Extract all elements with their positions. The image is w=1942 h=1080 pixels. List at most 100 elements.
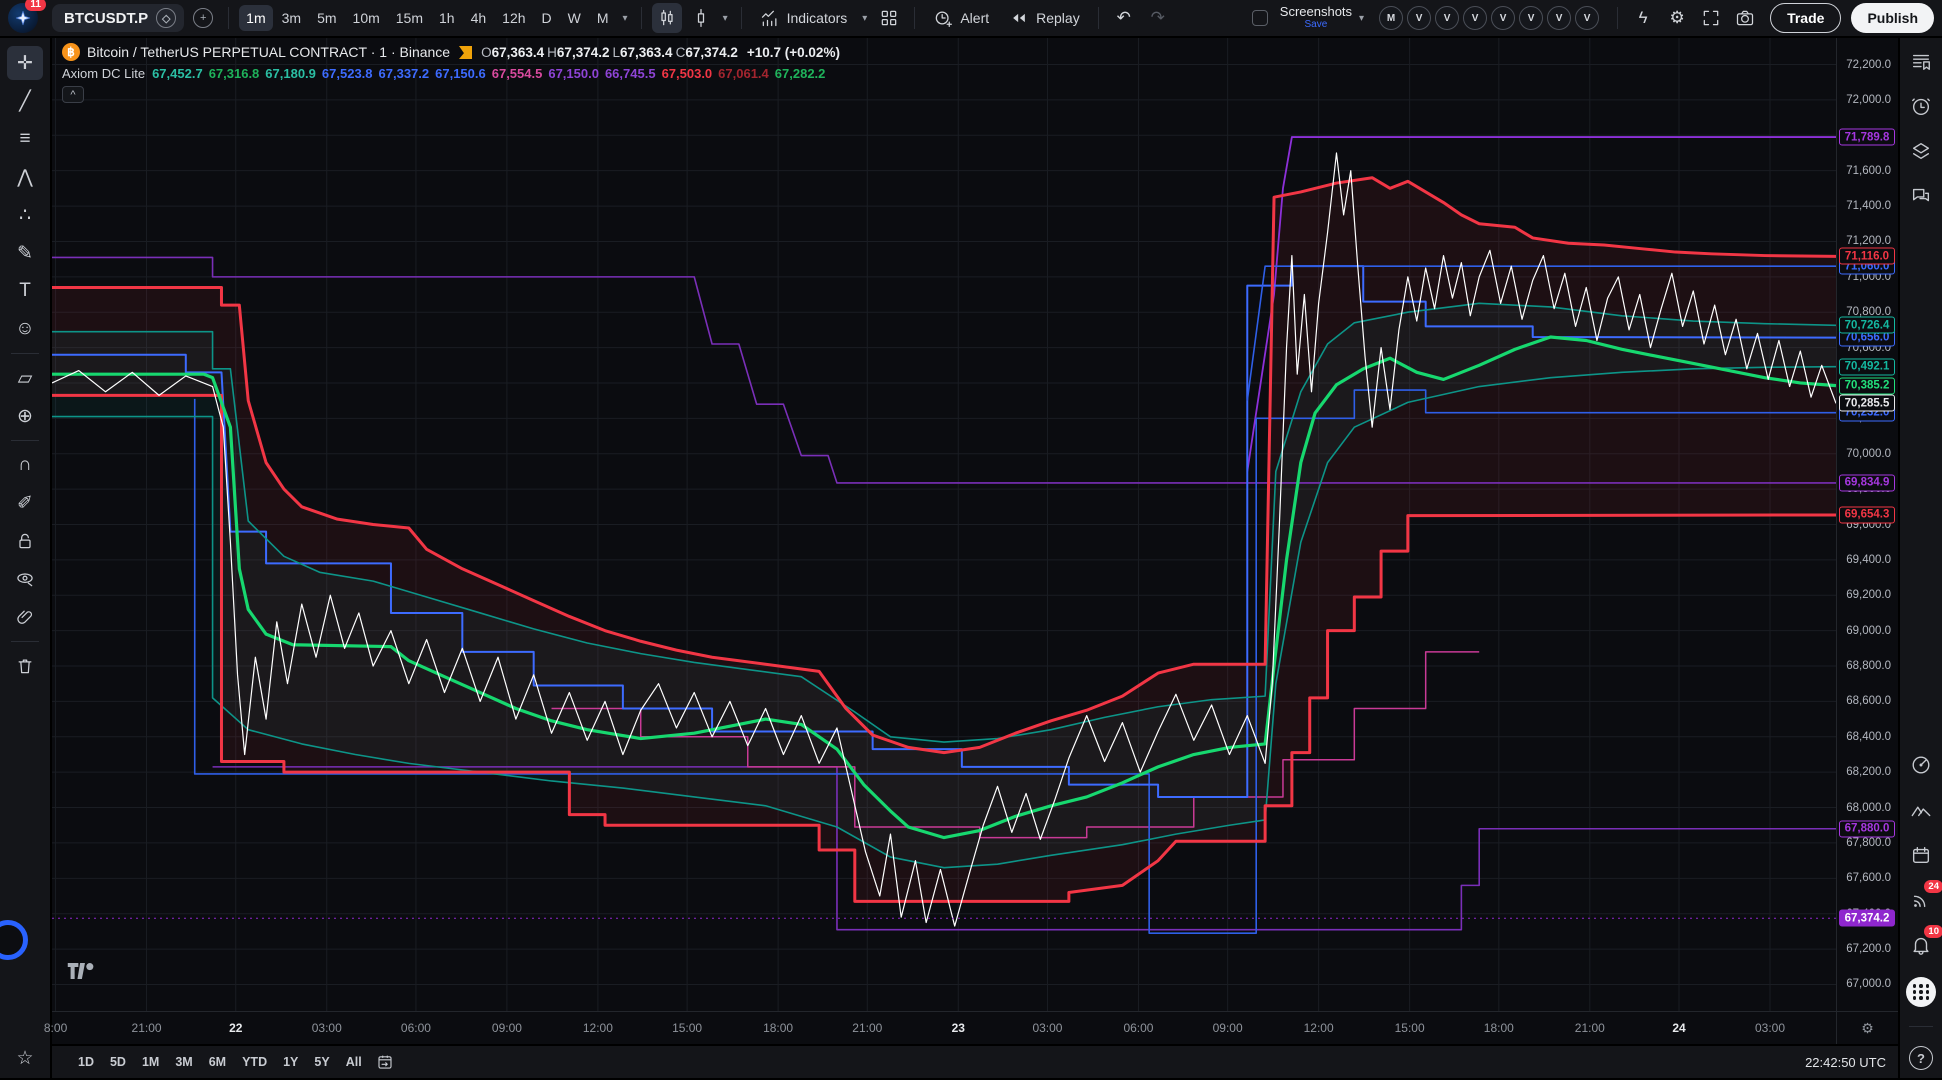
price-tick[interactable]: 69,400.0 bbox=[1846, 554, 1891, 566]
text-tool-button[interactable]: T bbox=[7, 274, 43, 308]
avatar-3[interactable]: V bbox=[1463, 6, 1487, 30]
interval-button-12h[interactable]: 12h bbox=[495, 5, 532, 31]
time-tick[interactable]: 21:00 bbox=[132, 1021, 162, 1035]
avatar-5[interactable]: V bbox=[1519, 6, 1543, 30]
price-tick[interactable]: 67,200.0 bbox=[1846, 943, 1891, 955]
time-tick[interactable]: 18:00 bbox=[1484, 1021, 1514, 1035]
screener-button[interactable] bbox=[1907, 752, 1935, 778]
projection-tool-button[interactable]: ∴ bbox=[7, 198, 43, 232]
avatar-7[interactable]: V bbox=[1575, 6, 1599, 30]
fib-retracement-tool-button[interactable]: ≡ bbox=[7, 122, 43, 156]
undo-button[interactable]: ↶ bbox=[1109, 3, 1139, 33]
ideas-button[interactable] bbox=[1907, 797, 1935, 823]
magnet-mode-button[interactable]: ∩ bbox=[7, 448, 43, 482]
lock-drawings-button[interactable] bbox=[7, 524, 43, 558]
chart-type-chevron-icon[interactable]: ▾ bbox=[720, 13, 731, 24]
zoom-in-tool-button[interactable]: ⊕ bbox=[7, 399, 43, 433]
time-tick[interactable]: 21:00 bbox=[852, 1021, 882, 1035]
time-tick[interactable]: 22 bbox=[229, 1021, 242, 1035]
avatar-4[interactable]: V bbox=[1491, 6, 1515, 30]
avatar-2[interactable]: V bbox=[1435, 6, 1459, 30]
indicators-button[interactable]: Indicators bbox=[752, 3, 856, 33]
compare-add-button[interactable]: + bbox=[188, 3, 218, 33]
alert-button[interactable]: Alert bbox=[925, 3, 997, 33]
apps-menu-button[interactable] bbox=[1906, 977, 1936, 1007]
price-tick[interactable]: 67,000.0 bbox=[1846, 978, 1891, 990]
price-tick[interactable]: 71,200.0 bbox=[1846, 235, 1891, 247]
time-tick[interactable]: 06:00 bbox=[401, 1021, 431, 1035]
price-tick[interactable]: 72,200.0 bbox=[1846, 59, 1891, 71]
range-button-1M[interactable]: 1M bbox=[134, 1051, 167, 1073]
interval-button-W[interactable]: W bbox=[561, 5, 588, 31]
avatar-1[interactable]: V bbox=[1407, 6, 1431, 30]
interval-button-10m[interactable]: 10m bbox=[346, 5, 387, 31]
price-tick[interactable]: 68,400.0 bbox=[1846, 731, 1891, 743]
alerts-panel-button[interactable] bbox=[1907, 93, 1935, 119]
time-tick[interactable]: 09:00 bbox=[492, 1021, 522, 1035]
chart-type-candles-button[interactable] bbox=[652, 3, 682, 33]
range-button-1D[interactable]: 1D bbox=[70, 1051, 102, 1073]
time-tick[interactable]: 15:00 bbox=[1395, 1021, 1425, 1035]
screenshots-checkbox[interactable] bbox=[1252, 10, 1268, 26]
chart-pane[interactable]: ฿ Bitcoin / TetherUS PERPETUAL CONTRACT … bbox=[52, 38, 1836, 1011]
screenshots-button[interactable]: Screenshots Save bbox=[1280, 5, 1352, 31]
interval-button-5m[interactable]: 5m bbox=[310, 5, 343, 31]
symbol-search-button[interactable]: BTCUSDT.P ◇ bbox=[52, 4, 184, 32]
publish-button[interactable]: Publish bbox=[1851, 3, 1934, 33]
crosshair-tool-button[interactable]: ✛ bbox=[7, 46, 43, 80]
object-tree-button[interactable] bbox=[1907, 138, 1935, 164]
price-tick[interactable]: 69,000.0 bbox=[1846, 625, 1891, 637]
range-button-5D[interactable]: 5D bbox=[102, 1051, 134, 1073]
interval-button-D[interactable]: D bbox=[535, 5, 559, 31]
price-tick[interactable]: 72,000.0 bbox=[1846, 94, 1891, 106]
price-tick[interactable]: 68,000.0 bbox=[1846, 802, 1891, 814]
time-axis[interactable]: 8:0021:002203:0006:0009:0012:0015:0018:0… bbox=[52, 1011, 1836, 1044]
support-chat-bubble[interactable] bbox=[0, 920, 28, 960]
clock-label[interactable]: 22:42:50 UTC bbox=[1805, 1055, 1886, 1070]
remove-objects-button[interactable] bbox=[7, 649, 43, 683]
quick-actions-button[interactable]: ϟ bbox=[1628, 3, 1658, 33]
time-tick[interactable]: 03:00 bbox=[1032, 1021, 1062, 1035]
range-button-3M[interactable]: 3M bbox=[167, 1051, 200, 1073]
interval-button-3m[interactable]: 3m bbox=[275, 5, 308, 31]
save-link[interactable]: Save bbox=[1280, 18, 1352, 31]
range-button-YTD[interactable]: YTD bbox=[234, 1051, 275, 1073]
streams-button[interactable]: 24 bbox=[1907, 887, 1935, 913]
range-button-5Y[interactable]: 5Y bbox=[306, 1051, 337, 1073]
interval-button-M[interactable]: M bbox=[590, 5, 616, 31]
sync-drawings-button[interactable] bbox=[7, 600, 43, 634]
tradingview-watermark-logo[interactable] bbox=[66, 960, 96, 987]
interval-button-1m[interactable]: 1m bbox=[239, 5, 272, 31]
market-status-flag-icon[interactable] bbox=[459, 46, 472, 59]
screenshots-chevron-icon[interactable]: ▾ bbox=[1356, 13, 1367, 24]
avatar-0[interactable]: M bbox=[1379, 6, 1403, 30]
notifications-button[interactable]: 10 bbox=[1907, 932, 1935, 958]
collapse-legend-button[interactable]: ^ bbox=[62, 86, 84, 103]
price-tick[interactable]: 68,800.0 bbox=[1846, 660, 1891, 672]
hide-drawings-button[interactable] bbox=[7, 562, 43, 596]
range-button-All[interactable]: All bbox=[338, 1051, 370, 1073]
indicators-chevron-icon[interactable]: ▾ bbox=[859, 13, 870, 24]
interval-button-4h[interactable]: 4h bbox=[464, 5, 494, 31]
time-tick[interactable]: 15:00 bbox=[672, 1021, 702, 1035]
time-tick[interactable]: 8:00 bbox=[44, 1021, 67, 1035]
price-tick[interactable]: 70,000.0 bbox=[1846, 448, 1891, 460]
price-tick[interactable]: 71,600.0 bbox=[1846, 165, 1891, 177]
stay-drawing-mode-button[interactable]: ✐ bbox=[7, 486, 43, 520]
fullscreen-button[interactable] bbox=[1696, 3, 1726, 33]
interval-button-1h[interactable]: 1h bbox=[432, 5, 462, 31]
measure-tool-button[interactable]: ▱ bbox=[7, 361, 43, 395]
symbol-legend-row[interactable]: ฿ Bitcoin / TetherUS PERPETUAL CONTRACT … bbox=[62, 41, 840, 63]
price-tick[interactable]: 71,400.0 bbox=[1846, 200, 1891, 212]
trade-button[interactable]: Trade bbox=[1770, 3, 1841, 33]
go-to-date-button[interactable] bbox=[376, 1053, 394, 1071]
favorites-toolbar-button[interactable]: ☆ bbox=[16, 1047, 33, 1070]
chart-type-secondary-button[interactable] bbox=[686, 3, 716, 33]
time-tick[interactable]: 06:00 bbox=[1123, 1021, 1153, 1035]
intervals-chevron-icon[interactable]: ▾ bbox=[620, 13, 631, 24]
price-tick[interactable]: 67,600.0 bbox=[1846, 872, 1891, 884]
time-tick[interactable]: 23 bbox=[952, 1021, 965, 1035]
take-snapshot-button[interactable] bbox=[1730, 3, 1760, 33]
range-button-1Y[interactable]: 1Y bbox=[275, 1051, 306, 1073]
chats-button[interactable] bbox=[1907, 183, 1935, 209]
